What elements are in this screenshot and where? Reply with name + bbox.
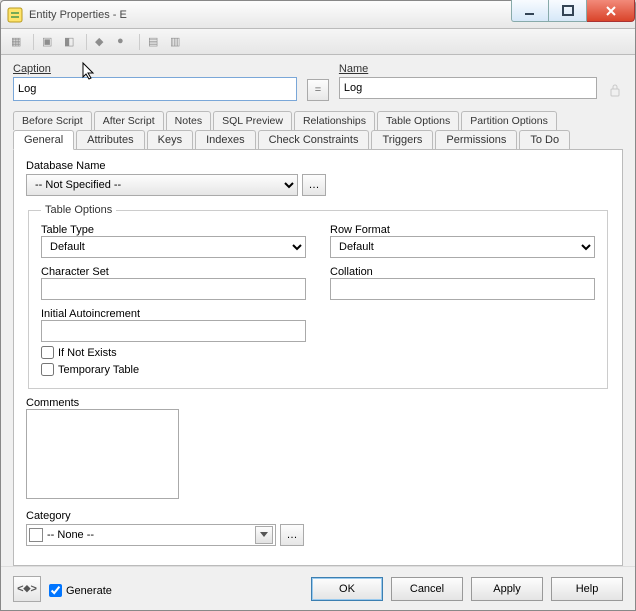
collation-field: Collation [330, 266, 595, 300]
row-format-select[interactable]: Default [330, 236, 595, 258]
tab-general[interactable]: General [13, 130, 74, 150]
toolbar-icon[interactable]: ● [117, 35, 131, 49]
collation-label: Collation [330, 266, 595, 278]
character-set-input[interactable] [41, 278, 306, 300]
initial-autoincrement-field: Initial Autoincrement [41, 308, 306, 342]
code-view-button[interactable]: <◆> [13, 576, 41, 602]
tab-general: Database Name -- Not Specified -- … Tabl… [13, 149, 623, 566]
maximize-button[interactable] [549, 0, 587, 22]
name-input[interactable] [339, 77, 597, 99]
if-not-exists-checkbox[interactable] [41, 346, 54, 359]
tabs: Before ScriptAfter ScriptNotesSQL Previe… [13, 111, 623, 566]
name-label: Name [339, 63, 597, 75]
toolbar-icon[interactable]: ◆ [95, 35, 109, 49]
character-set-field: Character Set [41, 266, 306, 300]
tab-check-constraints[interactable]: Check Constraints [258, 130, 370, 150]
database-name-label: Database Name [26, 160, 610, 172]
footer: <◆> Generate OK Cancel Apply Help [1, 566, 635, 610]
tab-attributes[interactable]: Attributes [76, 130, 144, 150]
tab-row-primary: GeneralAttributesKeysIndexesCheck Constr… [13, 130, 623, 150]
temporary-table-label: Temporary Table [58, 364, 139, 376]
app-icon [7, 7, 23, 23]
equals-button[interactable]: = [307, 79, 329, 101]
minimize-button[interactable] [511, 0, 549, 22]
tab-before-script[interactable]: Before Script [13, 111, 92, 130]
tab-notes[interactable]: Notes [166, 111, 211, 130]
if-not-exists-check[interactable]: If Not Exists [41, 346, 595, 359]
table-options-group: Table Options Table Type Default Row For… [28, 204, 608, 389]
window-title: Entity Properties - E [29, 9, 127, 21]
table-options-legend: Table Options [41, 204, 116, 216]
row-format-field: Row Format Default [330, 224, 595, 258]
toolbar-icon[interactable]: ▥ [170, 35, 184, 49]
generate-check[interactable]: Generate [49, 584, 112, 597]
caption-field: Caption [13, 63, 297, 101]
window-controls [511, 1, 635, 28]
apply-button[interactable]: Apply [471, 577, 543, 601]
tab-permissions[interactable]: Permissions [435, 130, 517, 150]
entity-properties-window: Entity Properties - E ▦ ▣ ◧ ◆ ● ▤ ▥ Capt… [0, 0, 636, 611]
help-button[interactable]: Help [551, 577, 623, 601]
category-label: Category [26, 510, 610, 522]
name-lock-icon [607, 79, 623, 101]
category-swatch-icon [29, 528, 43, 542]
tab-relationships[interactable]: Relationships [294, 111, 375, 130]
temporary-table-checkbox[interactable] [41, 363, 54, 376]
tab-triggers[interactable]: Triggers [371, 130, 433, 150]
header-row: Caption = Name [13, 63, 623, 101]
ok-button[interactable]: OK [311, 577, 383, 601]
cancel-button[interactable]: Cancel [391, 577, 463, 601]
database-name-browse-button[interactable]: … [302, 174, 326, 196]
tab-keys[interactable]: Keys [147, 130, 193, 150]
generate-checkbox[interactable] [49, 584, 62, 597]
if-not-exists-label: If Not Exists [58, 347, 117, 359]
titlebar: Entity Properties - E [1, 1, 635, 29]
table-type-select[interactable]: Default [41, 236, 306, 258]
initial-autoincrement-input[interactable] [41, 320, 306, 342]
comments-field: Comments [26, 397, 610, 502]
toolbar-icon[interactable]: ▣ [42, 35, 56, 49]
toolbar: ▦ ▣ ◧ ◆ ● ▤ ▥ [1, 29, 635, 55]
tab-indexes[interactable]: Indexes [195, 130, 256, 150]
row-format-label: Row Format [330, 224, 595, 236]
comments-label: Comments [26, 397, 610, 409]
tab-partition-options[interactable]: Partition Options [461, 111, 557, 130]
comments-textarea[interactable] [26, 409, 179, 499]
content-area: Caption = Name Before ScriptAfter Script… [1, 55, 635, 566]
tab-sql-preview[interactable]: SQL Preview [213, 111, 292, 130]
generate-label: Generate [66, 585, 112, 597]
close-button[interactable] [587, 0, 635, 22]
caption-label: Caption [13, 63, 297, 75]
name-field: Name [339, 63, 597, 101]
collation-input[interactable] [330, 278, 595, 300]
database-name-select[interactable]: -- Not Specified -- [26, 174, 298, 196]
table-type-field: Table Type Default [41, 224, 306, 258]
toolbar-icon[interactable]: ▤ [148, 35, 162, 49]
table-type-label: Table Type [41, 224, 306, 236]
category-select[interactable]: -- None -- [26, 524, 276, 546]
database-name-field: Database Name -- Not Specified -- … [26, 160, 610, 196]
toolbar-icon[interactable]: ▦ [11, 35, 25, 49]
character-set-label: Character Set [41, 266, 306, 278]
tab-to-do[interactable]: To Do [519, 130, 570, 150]
category-browse-button[interactable]: … [280, 524, 304, 546]
category-value: -- None -- [47, 529, 94, 541]
chevron-down-icon [255, 526, 273, 544]
initial-autoincrement-label: Initial Autoincrement [41, 308, 306, 320]
tab-row-secondary: Before ScriptAfter ScriptNotesSQL Previe… [13, 111, 623, 130]
tab-after-script[interactable]: After Script [94, 111, 164, 130]
caption-input[interactable] [13, 77, 297, 101]
tab-table-options[interactable]: Table Options [377, 111, 459, 130]
temporary-table-check[interactable]: Temporary Table [41, 363, 595, 376]
category-field: Category -- None -- … [26, 510, 610, 546]
toolbar-icon[interactable]: ◧ [64, 35, 78, 49]
